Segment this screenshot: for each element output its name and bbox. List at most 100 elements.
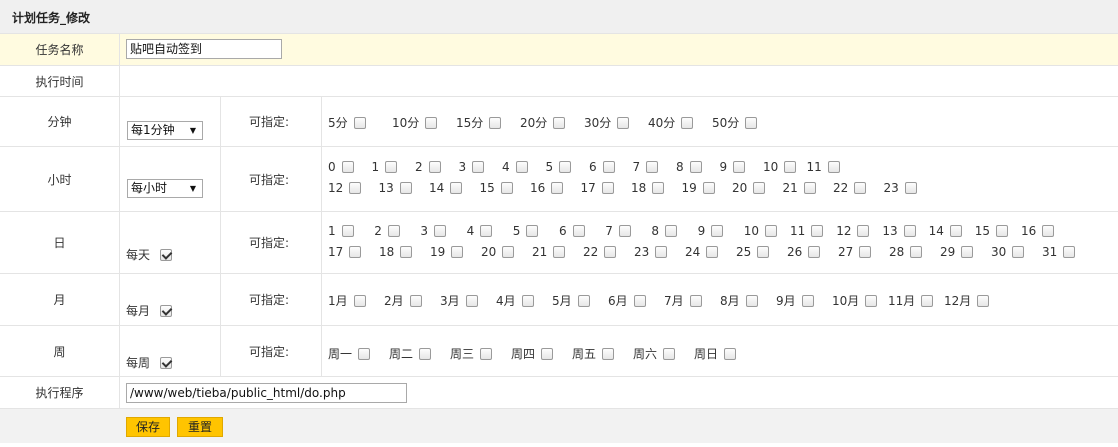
minute-option-checkbox[interactable] xyxy=(353,116,366,129)
save-button[interactable]: 保存 xyxy=(126,417,170,437)
hour-option-checkbox[interactable] xyxy=(803,182,816,194)
day-option[interactable]: 20 xyxy=(481,245,515,259)
week-option[interactable]: 周四 xyxy=(511,345,554,362)
hour-option-checkbox[interactable] xyxy=(349,182,362,194)
day-option-checkbox[interactable] xyxy=(434,225,447,237)
month-option-checkbox[interactable] xyxy=(409,294,422,307)
day-option-checkbox[interactable] xyxy=(808,246,821,258)
hour-option[interactable]: 3 xyxy=(459,160,485,174)
day-option-checkbox[interactable] xyxy=(572,225,585,237)
hour-option[interactable]: 16 xyxy=(530,181,564,195)
hour-option[interactable]: 7 xyxy=(633,160,659,174)
day-option-checkbox[interactable] xyxy=(526,225,539,237)
day-option-checkbox[interactable] xyxy=(910,246,923,258)
minute-option[interactable]: 15分 xyxy=(456,114,502,131)
day-option-checkbox[interactable] xyxy=(480,225,493,237)
hour-option-checkbox[interactable] xyxy=(399,182,412,194)
hour-option[interactable]: 2 xyxy=(415,160,441,174)
month-option-checkbox[interactable] xyxy=(801,294,814,307)
day-option[interactable]: 10 xyxy=(744,224,778,238)
month-option[interactable]: 10月 xyxy=(832,292,878,309)
day-option[interactable]: 24 xyxy=(685,245,719,259)
minute-option-checkbox[interactable] xyxy=(681,116,694,129)
week-option-checkbox[interactable] xyxy=(602,347,615,360)
week-option-checkbox[interactable] xyxy=(663,347,676,360)
month-option-checkbox[interactable] xyxy=(865,294,878,307)
hour-option[interactable]: 5 xyxy=(546,160,572,174)
day-option[interactable]: 8 xyxy=(651,224,678,238)
day-option-checkbox[interactable] xyxy=(349,246,362,258)
day-option-checkbox[interactable] xyxy=(811,225,824,237)
month-option-checkbox[interactable] xyxy=(633,294,646,307)
hour-option[interactable]: 4 xyxy=(502,160,528,174)
day-option[interactable]: 2 xyxy=(374,224,400,238)
day-option[interactable]: 19 xyxy=(430,245,464,259)
week-option-checkbox[interactable] xyxy=(358,347,371,360)
day-option[interactable]: 4 xyxy=(467,224,493,238)
hour-option[interactable]: 19 xyxy=(682,181,715,195)
hour-option[interactable]: 9 xyxy=(720,160,746,174)
day-option-checkbox[interactable] xyxy=(711,225,724,237)
month-option[interactable]: 8月 xyxy=(720,292,758,309)
day-option[interactable]: 14 xyxy=(929,224,962,238)
hour-option[interactable]: 8 xyxy=(676,160,702,174)
month-option[interactable]: 6月 xyxy=(608,292,646,309)
hour-option-checkbox[interactable] xyxy=(515,161,528,173)
day-option-checkbox[interactable] xyxy=(706,246,719,258)
day-option-checkbox[interactable] xyxy=(765,225,778,237)
day-option[interactable]: 7 xyxy=(605,224,631,238)
day-option[interactable]: 25 xyxy=(736,245,770,259)
day-option[interactable]: 30 xyxy=(991,245,1025,259)
day-option-checkbox[interactable] xyxy=(1042,225,1055,237)
every-day-checkbox[interactable] xyxy=(160,248,173,261)
day-option-checkbox[interactable] xyxy=(1012,246,1025,258)
hour-option-checkbox[interactable] xyxy=(854,182,867,194)
hour-option[interactable]: 22 xyxy=(833,181,867,195)
program-path-input[interactable]: /www/web/tieba/public_html/do.php xyxy=(126,383,407,403)
month-option-checkbox[interactable] xyxy=(689,294,702,307)
month-option-checkbox[interactable] xyxy=(577,294,590,307)
day-option-checkbox[interactable] xyxy=(387,225,400,237)
hour-option-checkbox[interactable] xyxy=(428,161,441,173)
hour-option-checkbox[interactable] xyxy=(450,182,463,194)
hour-option[interactable]: 10 xyxy=(763,160,797,174)
hour-option[interactable]: 6 xyxy=(589,160,615,174)
hour-option-checkbox[interactable] xyxy=(341,161,354,173)
day-option-checkbox[interactable] xyxy=(757,246,770,258)
hour-option[interactable]: 11 xyxy=(807,160,840,174)
week-option[interactable]: 周一 xyxy=(328,345,371,362)
hour-option[interactable]: 15 xyxy=(480,181,513,195)
hour-option-checkbox[interactable] xyxy=(551,182,564,194)
reset-button[interactable]: 重置 xyxy=(177,417,223,437)
minute-option[interactable]: 10分 xyxy=(392,114,438,131)
month-option[interactable]: 7月 xyxy=(664,292,702,309)
hour-option[interactable]: 13 xyxy=(379,181,412,195)
hour-option-checkbox[interactable] xyxy=(733,161,746,173)
hour-option[interactable]: 20 xyxy=(732,181,766,195)
every-month-checkbox[interactable] xyxy=(160,304,173,317)
week-option[interactable]: 周日 xyxy=(694,345,737,362)
month-option-checkbox[interactable] xyxy=(977,294,990,307)
day-option-checkbox[interactable] xyxy=(553,246,566,258)
day-option-checkbox[interactable] xyxy=(857,225,870,237)
minute-option-checkbox[interactable] xyxy=(489,116,502,129)
minute-option[interactable]: 5分 xyxy=(328,114,366,131)
hour-option[interactable]: 14 xyxy=(429,181,463,195)
hour-option-checkbox[interactable] xyxy=(753,182,766,194)
day-option-checkbox[interactable] xyxy=(400,246,413,258)
day-option[interactable]: 5 xyxy=(513,224,539,238)
week-option[interactable]: 周五 xyxy=(572,345,615,362)
hour-option[interactable]: 21 xyxy=(783,181,816,195)
minute-option-checkbox[interactable] xyxy=(745,116,758,129)
hour-option-checkbox[interactable] xyxy=(601,182,614,194)
day-option[interactable]: 17 xyxy=(328,245,362,259)
day-option[interactable]: 22 xyxy=(583,245,617,259)
hour-option[interactable]: 0 xyxy=(328,160,354,174)
hour-option-checkbox[interactable] xyxy=(602,161,615,173)
hour-option-checkbox[interactable] xyxy=(904,182,917,194)
hour-option-checkbox[interactable] xyxy=(472,161,485,173)
day-option-checkbox[interactable] xyxy=(604,246,617,258)
month-option[interactable]: 9月 xyxy=(776,292,814,309)
hour-option-checkbox[interactable] xyxy=(784,161,797,173)
hour-option[interactable]: 1 xyxy=(372,160,398,174)
